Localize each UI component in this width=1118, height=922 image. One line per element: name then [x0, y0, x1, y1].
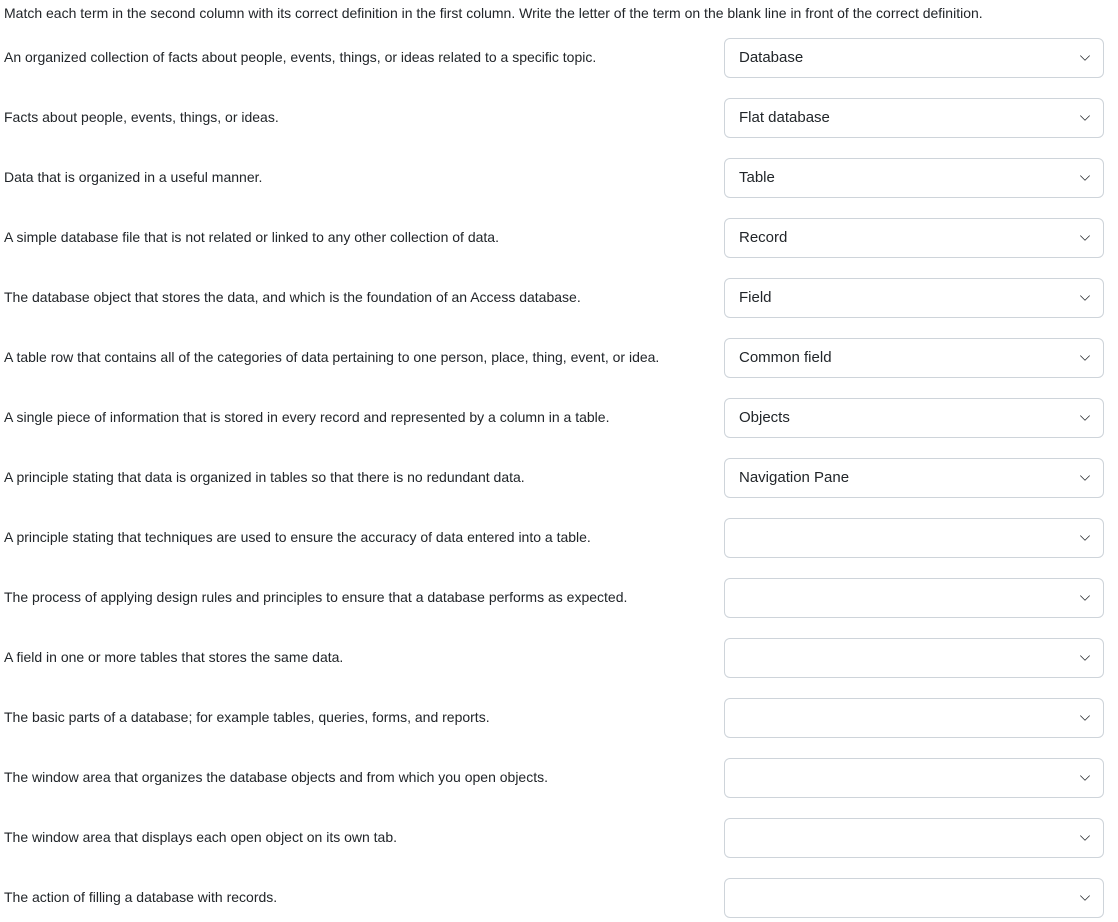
dropdown-selected-value: Flat database — [739, 109, 830, 126]
chevron-down-icon — [1079, 352, 1091, 364]
term-dropdown[interactable] — [724, 878, 1104, 918]
instructions-text: Match each term in the second column wit… — [4, 4, 1114, 24]
dropdown-selected-value: Field — [739, 289, 772, 306]
term-dropdown[interactable]: Flat database — [724, 98, 1104, 138]
chevron-down-icon — [1079, 172, 1091, 184]
dropdown-selected-value: Database — [739, 49, 803, 66]
definition-text: A principle stating that techniques are … — [4, 528, 718, 548]
definition-text: The window area that organizes the datab… — [4, 768, 718, 788]
term-dropdown[interactable] — [724, 698, 1104, 738]
definition-text: The basic parts of a database; for examp… — [4, 708, 718, 728]
chevron-down-icon — [1079, 112, 1091, 124]
term-dropdown[interactable]: Table — [724, 158, 1104, 198]
term-dropdown[interactable]: Record — [724, 218, 1104, 258]
dropdown-selected-value: Navigation Pane — [739, 469, 849, 486]
dropdown-selected-value: Common field — [739, 349, 832, 366]
chevron-down-icon — [1079, 412, 1091, 424]
definition-text: An organized collection of facts about p… — [4, 48, 718, 68]
definition-text: The window area that displays each open … — [4, 828, 718, 848]
chevron-down-icon — [1079, 712, 1091, 724]
term-dropdown[interactable]: Database — [724, 38, 1104, 78]
term-dropdown[interactable]: Navigation Pane — [724, 458, 1104, 498]
term-dropdown[interactable] — [724, 518, 1104, 558]
term-dropdown[interactable] — [724, 758, 1104, 798]
term-dropdown[interactable]: Objects — [724, 398, 1104, 438]
chevron-down-icon — [1079, 292, 1091, 304]
matching-grid: An organized collection of facts about p… — [4, 38, 1114, 918]
chevron-down-icon — [1079, 832, 1091, 844]
definition-text: A single piece of information that is st… — [4, 408, 718, 428]
definition-text: Data that is organized in a useful manne… — [4, 168, 718, 188]
term-dropdown[interactable]: Field — [724, 278, 1104, 318]
term-dropdown[interactable]: Common field — [724, 338, 1104, 378]
term-dropdown[interactable] — [724, 638, 1104, 678]
definition-text: A principle stating that data is organiz… — [4, 468, 718, 488]
definition-text: A simple database file that is not relat… — [4, 228, 718, 248]
dropdown-selected-value: Objects — [739, 409, 790, 426]
term-dropdown[interactable] — [724, 818, 1104, 858]
chevron-down-icon — [1079, 532, 1091, 544]
chevron-down-icon — [1079, 772, 1091, 784]
dropdown-selected-value: Record — [739, 229, 787, 246]
chevron-down-icon — [1079, 52, 1091, 64]
chevron-down-icon — [1079, 472, 1091, 484]
definition-text: The database object that stores the data… — [4, 288, 718, 308]
chevron-down-icon — [1079, 592, 1091, 604]
term-dropdown[interactable] — [724, 578, 1104, 618]
definition-text: A table row that contains all of the cat… — [4, 348, 718, 368]
definition-text: A field in one or more tables that store… — [4, 648, 718, 668]
dropdown-selected-value: Table — [739, 169, 775, 186]
definition-text: The process of applying design rules and… — [4, 588, 718, 608]
definition-text: Facts about people, events, things, or i… — [4, 108, 718, 128]
definition-text: The action of filling a database with re… — [4, 888, 718, 908]
chevron-down-icon — [1079, 652, 1091, 664]
chevron-down-icon — [1079, 232, 1091, 244]
chevron-down-icon — [1079, 892, 1091, 904]
